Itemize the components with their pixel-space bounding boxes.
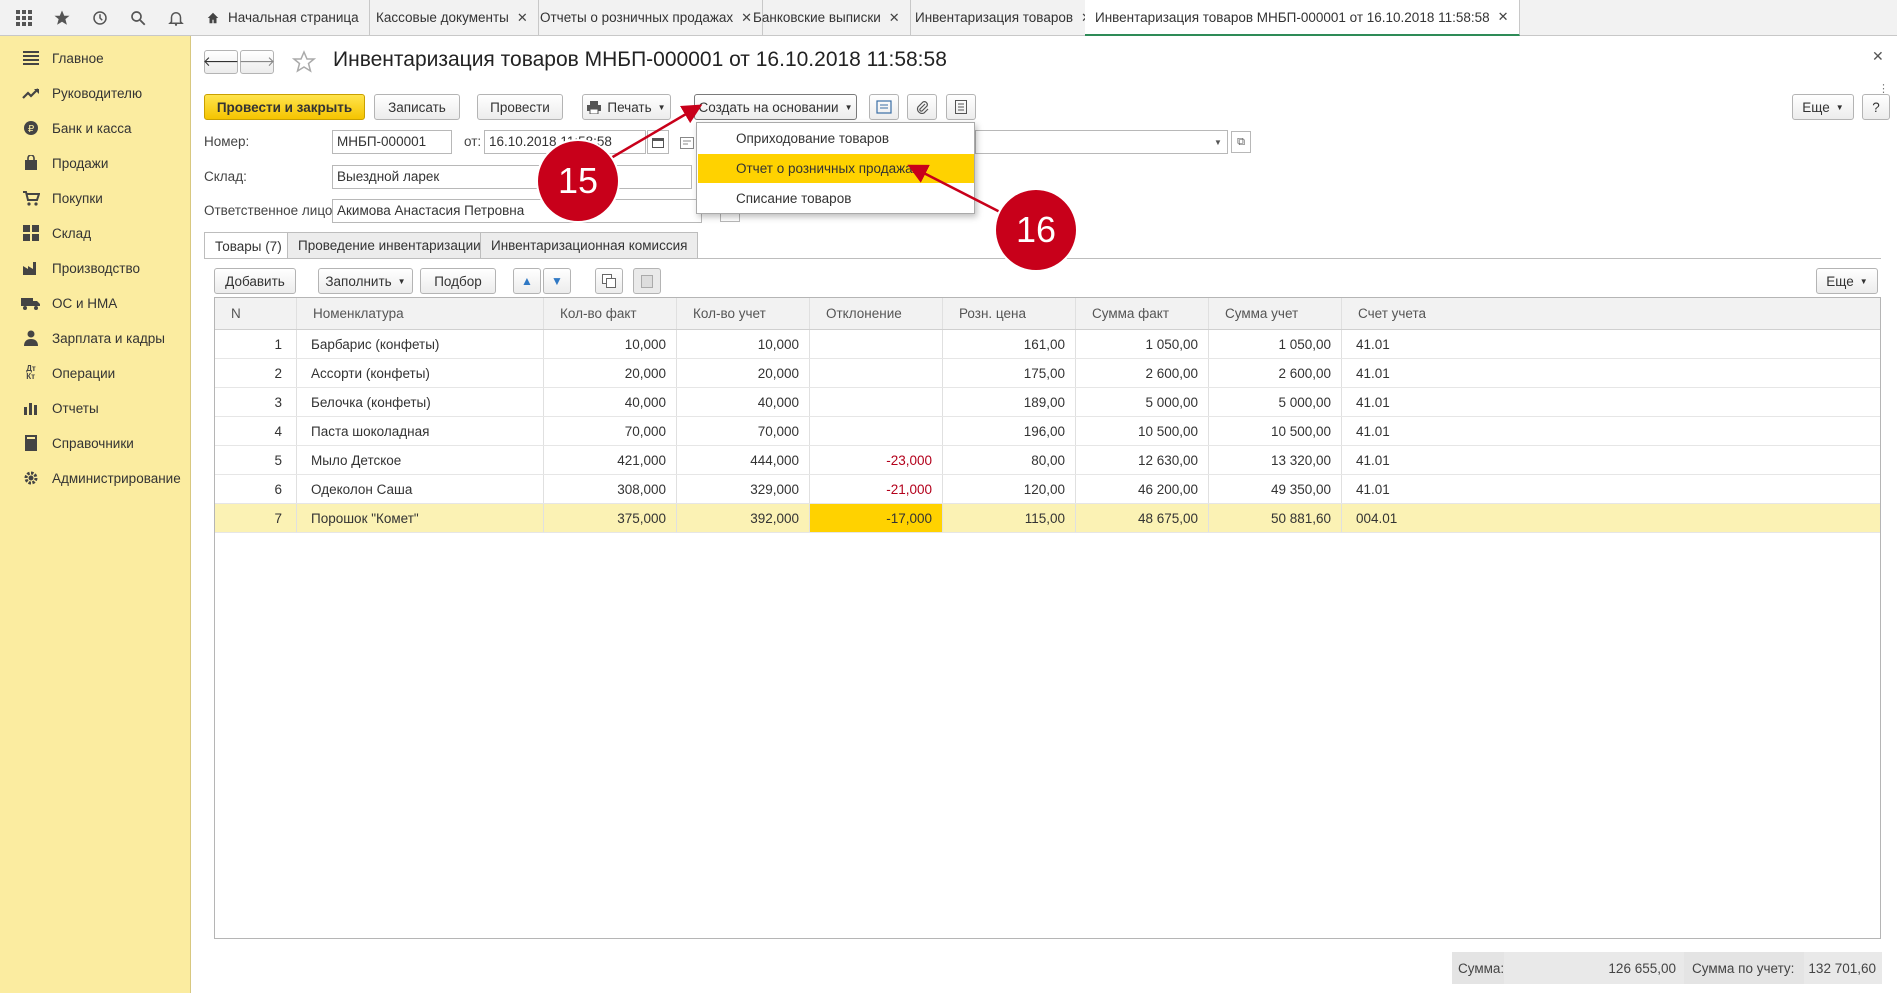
arrow-to-create-button: [610, 104, 703, 160]
step-marker-15: 15: [538, 141, 618, 221]
arrow-to-menu-item: [907, 164, 1001, 214]
step-marker-16: 16: [996, 190, 1076, 270]
annotation-arrows: [610, 104, 1001, 214]
